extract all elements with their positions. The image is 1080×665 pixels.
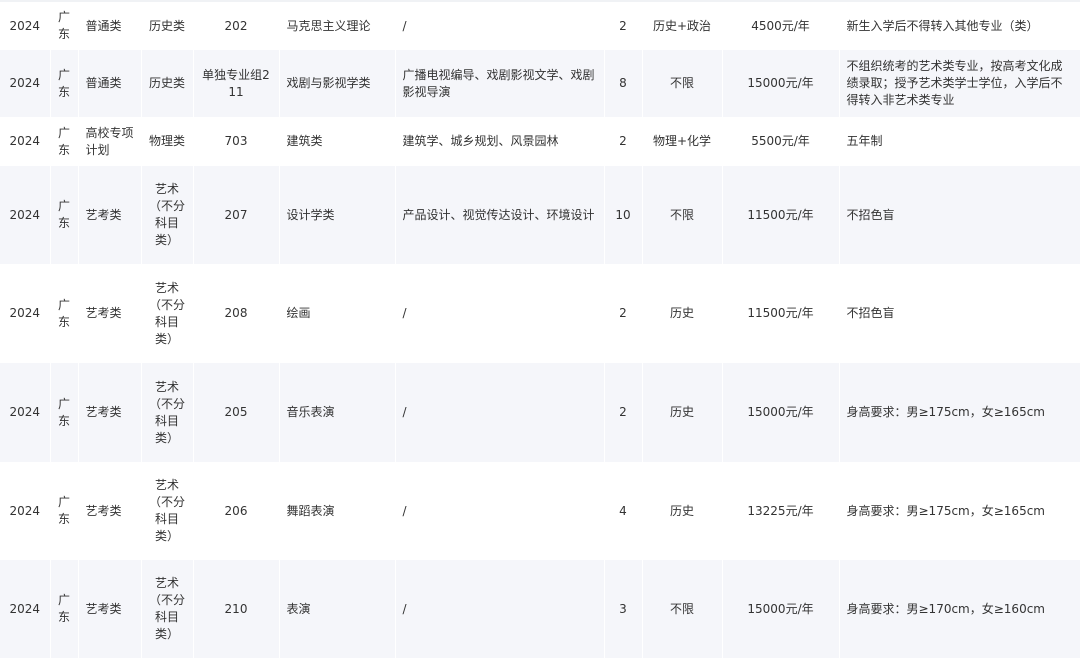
group-cell: 208	[193, 264, 280, 363]
quota-cell: 4	[604, 462, 643, 560]
note-cell: 新生入学后不得转入其他专业（类）	[839, 2, 1080, 50]
quota-cell: 10	[604, 166, 643, 264]
province-cell: 广东	[50, 50, 79, 117]
subject-cell: 艺术（不分科目类）	[141, 166, 194, 264]
tuition-cell: 5500元/年	[722, 117, 840, 166]
requirement-cell: 历史+政治	[642, 2, 723, 50]
subject-cell: 历史类	[141, 2, 194, 50]
directions-cell: /	[395, 264, 605, 363]
note-cell: 不组织统考的艺术类专业，按高考文化成绩录取；授予艺术类学士学位，入学后不得转入非…	[839, 50, 1080, 117]
major-cell: 舞蹈表演	[279, 462, 396, 560]
year-cell: 2024	[0, 2, 51, 50]
tuition-cell: 11500元/年	[722, 264, 840, 363]
directions-cell: /	[395, 560, 605, 658]
note-cell: 不招色盲	[839, 166, 1080, 264]
major-cell: 绘画	[279, 264, 396, 363]
note-cell: 不招色盲	[839, 264, 1080, 363]
requirement-cell: 历史	[642, 264, 723, 363]
table-row: 2024 广东 高校专项计划 物理类 703 建筑类 建筑学、城乡规划、风景园林…	[0, 117, 1080, 166]
subject-cell: 物理类	[141, 117, 194, 166]
major-cell: 建筑类	[279, 117, 396, 166]
group-cell: 206	[193, 462, 280, 560]
year-cell: 2024	[0, 560, 51, 658]
subject-cell: 艺术（不分科目类）	[141, 264, 194, 363]
note-cell: 身高要求：男≥175cm，女≥165cm	[839, 462, 1080, 560]
type-cell: 普通类	[78, 2, 142, 50]
group-cell: 单独专业组211	[193, 50, 280, 117]
quota-cell: 2	[604, 363, 643, 462]
requirement-cell: 物理+化学	[642, 117, 723, 166]
tuition-cell: 13225元/年	[722, 462, 840, 560]
subject-cell: 艺术（不分科目类）	[141, 462, 194, 560]
directions-cell: /	[395, 2, 605, 50]
year-cell: 2024	[0, 264, 51, 363]
requirement-cell: 历史	[642, 462, 723, 560]
note-cell: 身高要求：男≥170cm，女≥160cm	[839, 560, 1080, 658]
year-cell: 2024	[0, 363, 51, 462]
subject-cell: 艺术（不分科目类）	[141, 363, 194, 462]
tuition-cell: 4500元/年	[722, 2, 840, 50]
quota-cell: 2	[604, 264, 643, 363]
requirement-cell: 不限	[642, 560, 723, 658]
quota-cell: 2	[604, 2, 643, 50]
quota-cell: 2	[604, 117, 643, 166]
tuition-cell: 15000元/年	[722, 560, 840, 658]
tuition-cell: 15000元/年	[722, 363, 840, 462]
directions-cell: 产品设计、视觉传达设计、环境设计	[395, 166, 605, 264]
major-cell: 马克思主义理论	[279, 2, 396, 50]
requirement-cell: 历史	[642, 363, 723, 462]
subject-cell: 艺术（不分科目类）	[141, 560, 194, 658]
requirement-cell: 不限	[642, 50, 723, 117]
province-cell: 广东	[50, 560, 79, 658]
requirement-cell: 不限	[642, 166, 723, 264]
major-cell: 表演	[279, 560, 396, 658]
major-cell: 戏剧与影视学类	[279, 50, 396, 117]
quota-cell: 3	[604, 560, 643, 658]
type-cell: 艺考类	[78, 462, 142, 560]
province-cell: 广东	[50, 363, 79, 462]
group-cell: 703	[193, 117, 280, 166]
directions-cell: /	[395, 363, 605, 462]
type-cell: 高校专项计划	[78, 117, 142, 166]
year-cell: 2024	[0, 166, 51, 264]
note-cell: 身高要求：男≥175cm，女≥165cm	[839, 363, 1080, 462]
major-cell: 音乐表演	[279, 363, 396, 462]
group-cell: 202	[193, 2, 280, 50]
admission-plan-table: 2024 广东 普通类 历史类 202 马克思主义理论 / 2 历史+政治 45…	[0, 2, 1080, 658]
type-cell: 普通类	[78, 50, 142, 117]
directions-cell: 广播电视编导、戏剧影视文学、戏剧影视导演	[395, 50, 605, 117]
group-cell: 207	[193, 166, 280, 264]
province-cell: 广东	[50, 166, 79, 264]
tuition-cell: 15000元/年	[722, 50, 840, 117]
year-cell: 2024	[0, 50, 51, 117]
table-row: 2024 广东 艺考类 艺术（不分科目类） 210 表演 / 3 不限 1500…	[0, 560, 1080, 658]
year-cell: 2024	[0, 462, 51, 560]
province-cell: 广东	[50, 462, 79, 560]
type-cell: 艺考类	[78, 264, 142, 363]
table-row: 2024 广东 艺考类 艺术（不分科目类） 205 音乐表演 / 2 历史 15…	[0, 363, 1080, 462]
type-cell: 艺考类	[78, 363, 142, 462]
group-cell: 210	[193, 560, 280, 658]
table-row: 2024 广东 艺考类 艺术（不分科目类） 207 设计学类 产品设计、视觉传达…	[0, 166, 1080, 264]
tuition-cell: 11500元/年	[722, 166, 840, 264]
year-cell: 2024	[0, 117, 51, 166]
table-row: 2024 广东 艺考类 艺术（不分科目类） 206 舞蹈表演 / 4 历史 13…	[0, 462, 1080, 560]
note-cell: 五年制	[839, 117, 1080, 166]
table-row: 2024 广东 艺考类 艺术（不分科目类） 208 绘画 / 2 历史 1150…	[0, 264, 1080, 363]
table-row: 2024 广东 普通类 历史类 单独专业组211 戏剧与影视学类 广播电视编导、…	[0, 50, 1080, 117]
group-cell: 205	[193, 363, 280, 462]
quota-cell: 8	[604, 50, 643, 117]
table-row: 2024 广东 普通类 历史类 202 马克思主义理论 / 2 历史+政治 45…	[0, 2, 1080, 50]
province-cell: 广东	[50, 264, 79, 363]
subject-cell: 历史类	[141, 50, 194, 117]
province-cell: 广东	[50, 2, 79, 50]
directions-cell: /	[395, 462, 605, 560]
type-cell: 艺考类	[78, 560, 142, 658]
directions-cell: 建筑学、城乡规划、风景园林	[395, 117, 605, 166]
major-cell: 设计学类	[279, 166, 396, 264]
province-cell: 广东	[50, 117, 79, 166]
type-cell: 艺考类	[78, 166, 142, 264]
